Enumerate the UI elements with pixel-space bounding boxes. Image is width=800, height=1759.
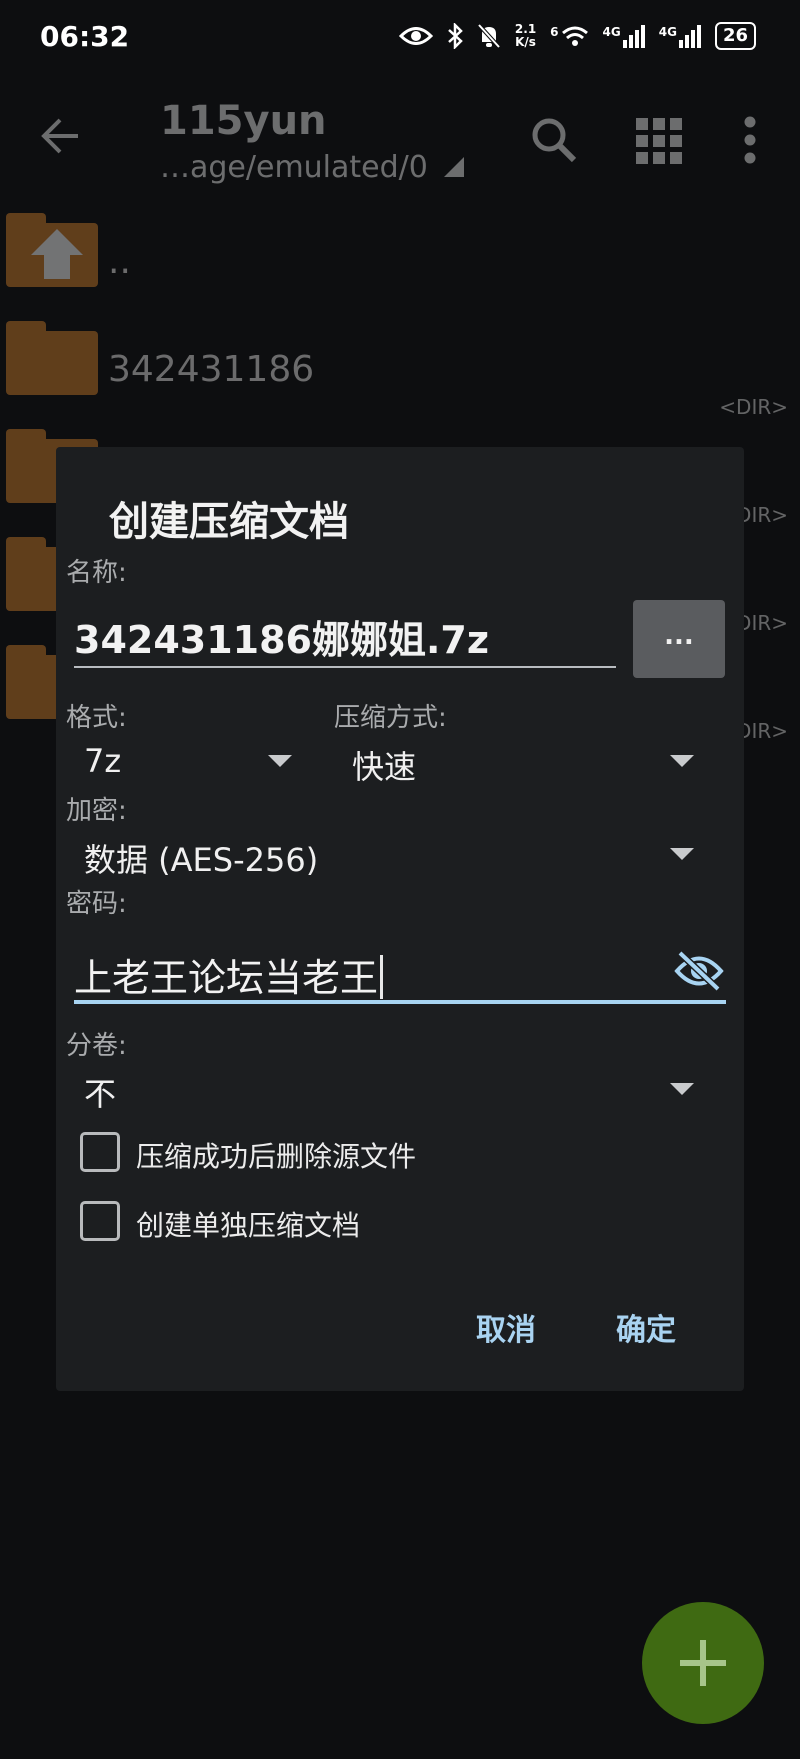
password-text: 上老王论坛当老王 <box>74 956 379 1000</box>
split-label: 分卷: <box>66 1031 127 1061</box>
path-label: …age/emulated/0 <box>160 150 428 185</box>
delete-source-label[interactable]: 压缩成功后删除源文件 <box>136 1135 416 1175</box>
delete-source-checkbox[interactable] <box>80 1132 120 1172</box>
file-name: .. <box>108 241 131 282</box>
create-archive-dialog: 创建压缩文档 名称: 342431186娜娜姐.7z ... 格式: 7z 压缩… <box>56 447 744 1391</box>
net-speed: 2.1 K/s <box>515 23 536 49</box>
name-underline <box>74 666 616 668</box>
signal-icon <box>622 24 645 48</box>
browse-button[interactable]: ... <box>633 600 725 678</box>
bell-off-icon <box>477 23 501 49</box>
add-button[interactable] <box>642 1602 764 1724</box>
compression-method-label: 压缩方式: <box>334 703 447 733</box>
text-cursor <box>380 955 384 999</box>
folder-icon <box>6 321 98 395</box>
net-speed-unit: K/s <box>515 35 536 49</box>
app-bar: 115yun …age/emulated/0 <box>0 80 800 190</box>
split-dropdown-arrow-icon[interactable] <box>670 1083 694 1095</box>
cancel-button[interactable]: 取消 <box>476 1305 536 1349</box>
separate-archive-label[interactable]: 创建单独压缩文档 <box>136 1204 360 1244</box>
format-label: 格式: <box>66 703 127 733</box>
bluetooth-icon <box>448 23 463 49</box>
name-label: 名称: <box>66 558 127 588</box>
more-vert-icon[interactable] <box>742 116 758 164</box>
grid-view-icon[interactable] <box>636 118 682 164</box>
format-select[interactable]: 7z <box>84 742 121 780</box>
method-dropdown-arrow-icon[interactable] <box>670 755 694 767</box>
status-bar: 06:32 2.1 K/s 6 4G 4G 26 <box>0 0 800 80</box>
encryption-select[interactable]: 数据 (AES-256) <box>84 835 318 881</box>
battery-indicator: 26 <box>714 22 756 50</box>
eye-icon <box>398 27 433 45</box>
status-time: 06:32 <box>40 20 130 53</box>
separate-archive-checkbox[interactable] <box>80 1201 120 1241</box>
folder-up-icon <box>6 213 98 287</box>
encryption-label: 加密: <box>66 796 127 826</box>
wifi-status: 6 <box>550 25 588 47</box>
back-arrow-icon[interactable] <box>40 118 80 154</box>
dropdown-triangle-icon <box>443 157 464 177</box>
list-item[interactable]: 342431186 <DIR> <box>0 303 800 419</box>
sim2-label: 4G <box>658 24 677 39</box>
file-name: 342431186 <box>108 349 315 390</box>
split-select[interactable]: 不 <box>84 1069 116 1115</box>
password-underline <box>74 1000 726 1004</box>
dialog-title: 创建压缩文档 <box>109 499 349 545</box>
status-icons: 2.1 K/s 6 4G 4G 26 <box>398 22 756 50</box>
signal-icon <box>678 24 701 48</box>
visibility-off-icon[interactable] <box>674 950 724 992</box>
compression-method-select[interactable]: 快速 <box>352 742 416 788</box>
path-dropdown[interactable]: …age/emulated/0 <box>160 150 464 185</box>
sim1-label: 4G <box>602 24 621 39</box>
format-dropdown-arrow-icon[interactable] <box>268 755 292 767</box>
sim2-status: 4G <box>658 24 701 48</box>
password-label: 密码: <box>66 889 127 919</box>
password-input[interactable]: 上老王论坛当老王 <box>74 947 384 1002</box>
app-title: 115yun <box>160 98 327 144</box>
wifi-icon <box>561 26 588 46</box>
search-icon[interactable] <box>530 116 578 164</box>
sim1-status: 4G <box>602 24 645 48</box>
list-item-parent[interactable]: .. <box>0 195 800 303</box>
ok-button[interactable]: 确定 <box>616 1305 676 1349</box>
wifi-label: 6 <box>550 25 559 39</box>
archive-name-input[interactable]: 342431186娜娜姐.7z <box>74 609 489 664</box>
encryption-dropdown-arrow-icon[interactable] <box>670 848 694 860</box>
